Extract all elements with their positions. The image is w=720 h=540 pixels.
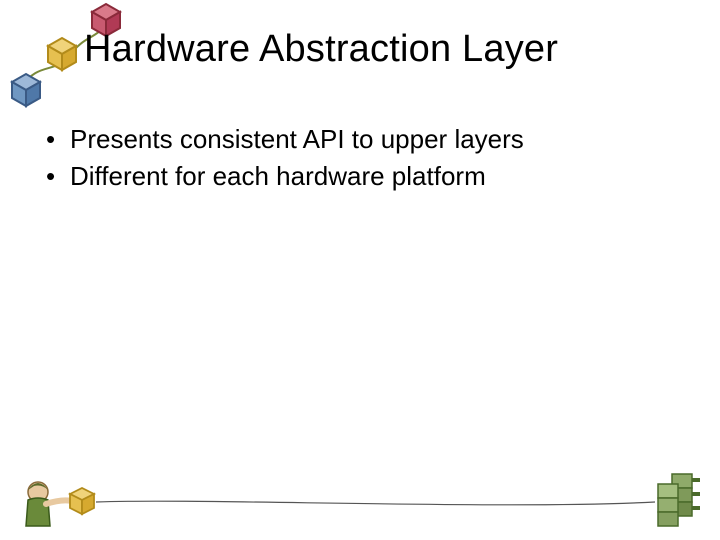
bullet-list: • Presents consistent API to upper layer… <box>44 122 660 196</box>
bullet-item: • Different for each hardware platform <box>44 159 660 194</box>
slide-title: Hardware Abstraction Layer <box>84 28 680 71</box>
bullet-glyph: • <box>44 122 70 157</box>
decoration-bottom <box>0 440 720 540</box>
bullet-text: Presents consistent API to upper layers <box>70 122 660 157</box>
bullet-text: Different for each hardware platform <box>70 159 660 194</box>
slide: Hardware Abstraction Layer • Presents co… <box>0 0 720 540</box>
bullet-glyph: • <box>44 159 70 194</box>
bullet-item: • Presents consistent API to upper layer… <box>44 122 660 157</box>
